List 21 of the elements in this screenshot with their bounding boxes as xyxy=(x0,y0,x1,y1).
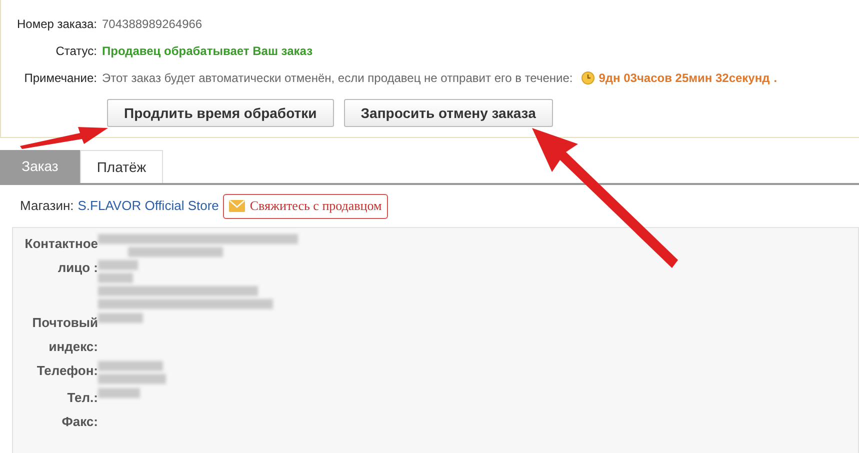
contact-label: Почтовый индекс: xyxy=(31,314,98,356)
status-text: Продавец обрабатывает Ваш заказ xyxy=(102,43,313,60)
contact-seller-button[interactable]: Свяжитесь с продавцом xyxy=(222,194,388,218)
contact-label: Тел.: xyxy=(66,389,98,407)
store-link[interactable]: S.FLAVOR Official Store xyxy=(78,196,219,216)
clock-icon xyxy=(580,71,595,85)
contact-label: Контактное лицо : xyxy=(24,235,98,277)
field-label: Номер заказа: xyxy=(16,16,98,33)
action-button[interactable]: Запросить отмену заказа xyxy=(344,99,553,127)
tab[interactable]: Платёж xyxy=(80,150,163,183)
store-label: Магазин: xyxy=(20,197,74,216)
contact-label: Телефон: xyxy=(36,362,98,380)
countdown-timer: 9дн 03часов 25мин 32секунд xyxy=(598,70,770,87)
order-number: 704388989264966 xyxy=(102,16,202,33)
field-label: Статус: xyxy=(54,43,98,60)
envelope-icon xyxy=(228,200,245,212)
action-button[interactable]: Продлить время обработки xyxy=(107,99,334,127)
period-text: . xyxy=(774,70,778,87)
note-text: Этот заказ будет автоматически отменён, если продавец не отправит его в течение: xyxy=(102,70,573,87)
contact-label: Факс: xyxy=(60,413,98,431)
field-label: Примечание: xyxy=(23,70,98,87)
